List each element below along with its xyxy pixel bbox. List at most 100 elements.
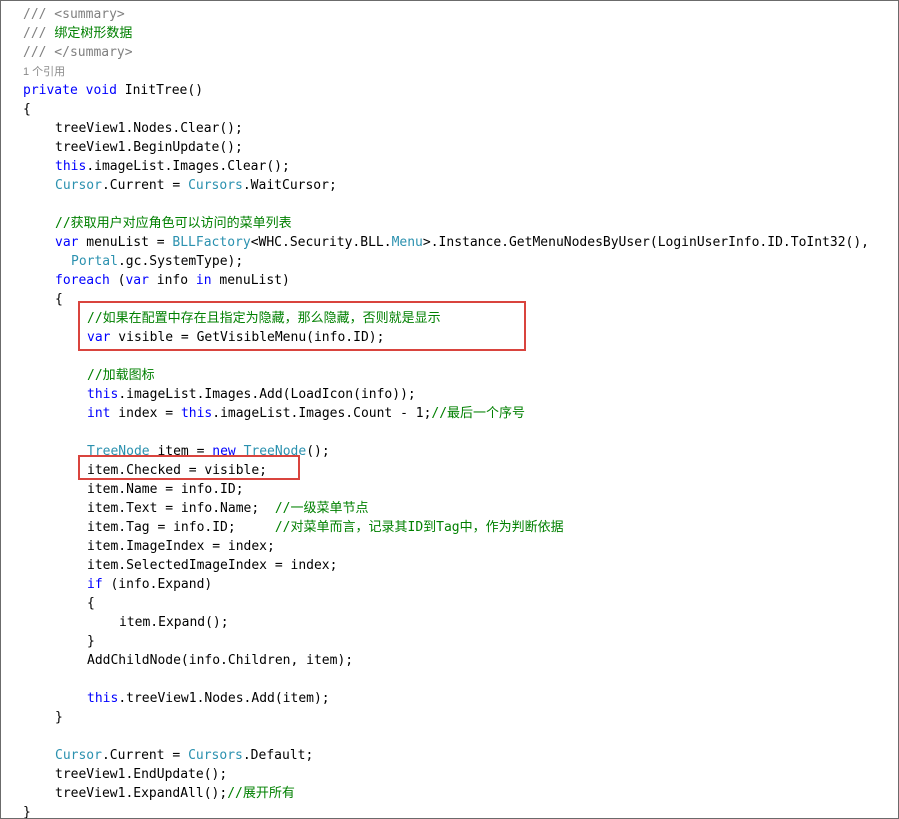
code-token: menuList = <box>78 235 173 250</box>
code-token: info <box>148 273 196 288</box>
code-line: Cursor.Current = Cursors.WaitCursor; <box>55 176 337 195</box>
code-token: } <box>23 805 31 819</box>
code-line: treeView1.BeginUpdate(); <box>55 138 243 157</box>
code-token: item.Name = info.ID; <box>87 482 244 497</box>
code-token: //加载图标 <box>87 368 155 383</box>
code-token: foreach <box>55 273 110 288</box>
code-token: AddChildNode(info.Children, item); <box>87 653 354 668</box>
code-token: /// <summary> <box>23 7 125 22</box>
code-token: { <box>23 102 31 117</box>
code-token: Cursors <box>188 748 243 763</box>
code-token: { <box>55 292 63 307</box>
code-line: int index = this.imageList.Images.Count … <box>87 404 525 423</box>
highlight-box-item-checked <box>78 455 300 480</box>
code-line: private void InitTree() <box>23 81 203 100</box>
code-token: InitTree() <box>116 83 204 98</box>
code-token: treeView1.ExpandAll(); <box>55 786 228 801</box>
code-token: Portal <box>71 254 118 269</box>
code-line: Cursor.Current = Cursors.Default; <box>55 746 313 765</box>
code-token: if <box>87 577 103 592</box>
code-line: item.Text = info.Name; //一级菜单节点 <box>87 499 369 518</box>
code-token: (info.Expand) <box>102 577 213 592</box>
code-token: //一级菜单节点 <box>274 501 369 516</box>
code-token: >.Instance.GetMenuNodesByUser(LoginUserI… <box>422 235 870 250</box>
code-line: item.Name = info.ID; <box>87 480 244 499</box>
code-editor[interactable]: /// <summary> /// 绑定树形数据 /// </summary> 1 个… <box>0 0 899 819</box>
code-token: BLLFactory <box>172 235 251 250</box>
code-token: treeView1.BeginUpdate(); <box>55 140 243 155</box>
code-token: .Default; <box>242 748 314 763</box>
code-token: this <box>87 387 119 402</box>
code-token: .imageList.Images.Clear(); <box>86 159 290 174</box>
code-line: treeView1.Nodes.Clear(); <box>55 119 243 138</box>
code-token: item.ImageIndex = index; <box>87 539 275 554</box>
code-token: private <box>23 83 78 98</box>
code-token: 绑定树形数据 <box>54 26 133 41</box>
code-line: this.imageList.Images.Clear(); <box>55 157 290 176</box>
highlight-box-visible-menu <box>78 301 526 351</box>
code-line: if (info.Expand) <box>87 575 212 594</box>
code-token: /// <box>23 26 55 41</box>
code-token: (); <box>306 444 330 459</box>
code-line: this.imageList.Images.Add(LoadIcon(info)… <box>87 385 416 404</box>
code-token: //获取用户对应角色可以访问的菜单列表 <box>55 216 292 231</box>
code-line: this.treeView1.Nodes.Add(item); <box>87 689 330 708</box>
code-token: //展开所有 <box>227 786 295 801</box>
code-token: int <box>87 406 111 421</box>
code-token: item.Expand(); <box>119 615 229 630</box>
code-line: foreach (var info in menuList) <box>55 271 290 290</box>
code-line: item.SelectedImageIndex = index; <box>87 556 337 575</box>
codelens-reference-count[interactable]: 1 个引用 <box>23 62 65 81</box>
code-token: var <box>125 273 149 288</box>
code-line: AddChildNode(info.Children, item); <box>87 651 353 670</box>
code-token: this <box>180 406 213 421</box>
code-line: } <box>55 708 63 727</box>
code-token: in <box>195 273 212 288</box>
code-token: /// </summary> <box>23 45 133 60</box>
code-token: item.SelectedImageIndex = index; <box>87 558 338 573</box>
code-token: } <box>55 710 63 725</box>
code-token: .gc.SystemType); <box>117 254 244 269</box>
code-token: .imageList.Images.Count - 1; <box>212 406 432 421</box>
code-line: { <box>87 594 95 613</box>
code-line: //获取用户对应角色可以访问的菜单列表 <box>55 214 292 233</box>
code-token: menuList) <box>211 273 290 288</box>
code-token: treeView1.EndUpdate(); <box>55 767 228 782</box>
code-line: } <box>87 632 95 651</box>
code-line: /// 绑定树形数据 <box>23 24 132 43</box>
code-line: /// <summary> <box>23 5 125 24</box>
code-token: void <box>85 83 117 98</box>
code-token: .Current = <box>101 748 189 763</box>
code-token: var <box>55 235 79 250</box>
code-line: Portal.gc.SystemType); <box>71 252 243 271</box>
code-token: } <box>87 634 95 649</box>
code-token: .Current = <box>101 178 189 193</box>
code-token: .WaitCursor; <box>242 178 337 193</box>
code-token: index = <box>110 406 181 421</box>
code-token: item.Tag = info.ID; <box>87 520 275 535</box>
code-token: this <box>87 691 119 706</box>
code-token: Cursors <box>188 178 243 193</box>
code-line: } <box>23 803 31 819</box>
code-line: treeView1.EndUpdate(); <box>55 765 227 784</box>
code-line: /// </summary> <box>23 43 133 62</box>
code-token: { <box>87 596 95 611</box>
code-line: { <box>55 290 63 309</box>
code-line: item.Expand(); <box>119 613 229 632</box>
code-line: //加载图标 <box>87 366 155 385</box>
code-token: ( <box>109 273 126 288</box>
code-token: //对菜单而言，记录其ID到Tag中，作为判断依据 <box>274 520 564 535</box>
code-token: .treeView1.Nodes.Add(item); <box>118 691 330 706</box>
code-token: 1 个引用 <box>23 66 66 78</box>
code-token: item.Text = info.Name; <box>87 501 275 516</box>
code-line: item.ImageIndex = index; <box>87 537 275 556</box>
code-token: Cursor <box>55 748 102 763</box>
code-token: this <box>55 159 87 174</box>
code-line: item.Tag = info.ID; //对菜单而言，记录其ID到Tag中，作… <box>87 518 564 537</box>
code-line: var menuList = BLLFactory<WHC.Security.B… <box>55 233 869 252</box>
code-token: Menu <box>391 235 423 250</box>
code-token: treeView1.Nodes.Clear(); <box>55 121 243 136</box>
code-line: { <box>23 100 31 119</box>
code-token: .imageList.Images.Add(LoadIcon(info)); <box>118 387 416 402</box>
